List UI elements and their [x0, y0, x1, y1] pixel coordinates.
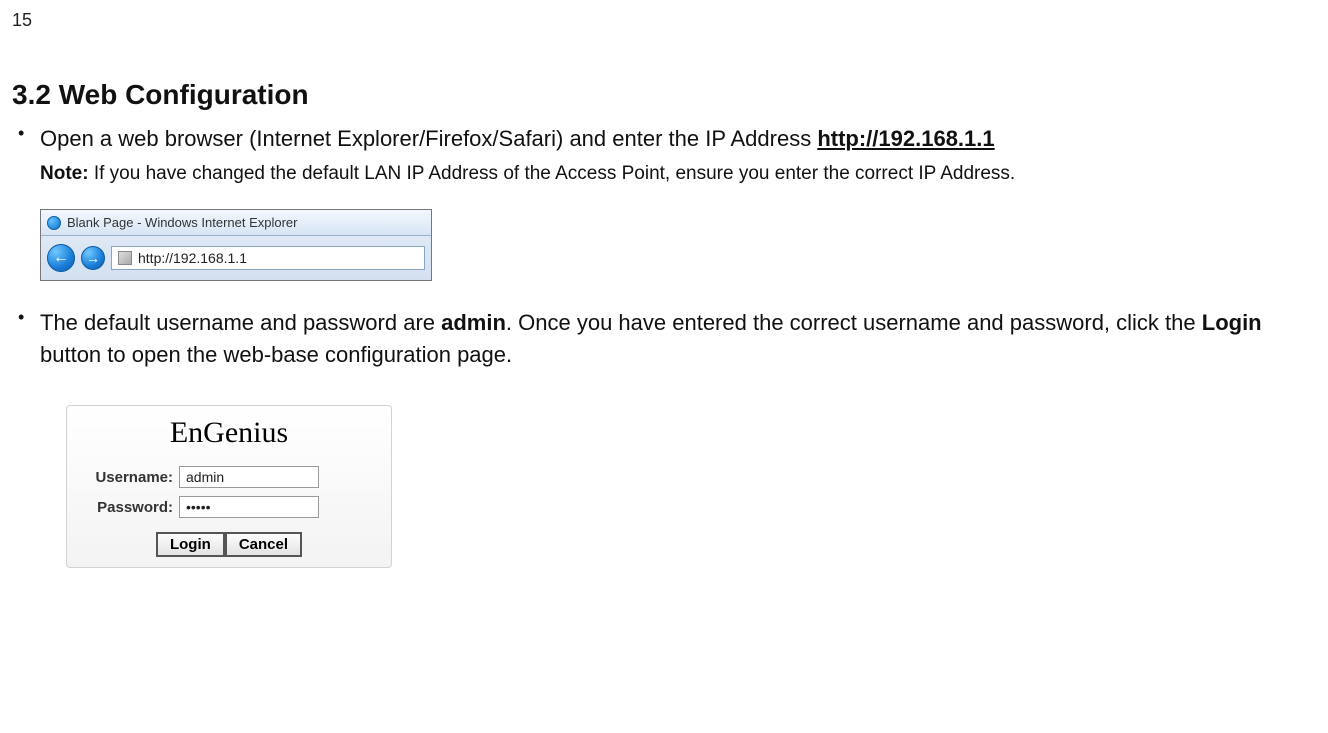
page-number: 15: [12, 10, 1316, 31]
login-panel: EnGenius Username: Password: Login Cance…: [66, 405, 392, 568]
login-brand: EnGenius: [67, 416, 391, 450]
bullet2-a: The default username and password are: [40, 310, 441, 335]
note-label: Note:: [40, 163, 89, 184]
browser-toolbar: ← → http://192.168.1.1: [41, 236, 431, 280]
bullet1-text: Open a web browser (Internet Explorer/Fi…: [40, 126, 995, 151]
username-label: Username:: [83, 469, 173, 486]
bullet1-prefix: Open a web browser (Internet Explorer/Fi…: [40, 126, 817, 151]
note-text: If you have changed the default LAN IP A…: [89, 163, 1016, 184]
bullet1-url: http://192.168.1.1: [817, 126, 994, 151]
bullet2-e: button to open the web-base configuratio…: [40, 342, 512, 367]
section-heading: 3.2 Web Configuration: [12, 79, 1316, 111]
cancel-button[interactable]: Cancel: [225, 532, 302, 557]
password-input[interactable]: [179, 496, 319, 518]
bullet2-b-admin: admin: [441, 310, 506, 335]
bullet-item-2: The default username and password are ad…: [12, 307, 1316, 371]
bullet2-d-login: Login: [1202, 310, 1262, 335]
browser-screenshot: Blank Page - Windows Internet Explorer ←…: [40, 209, 432, 281]
username-input[interactable]: [179, 466, 319, 488]
address-text: http://192.168.1.1: [138, 250, 247, 266]
forward-arrow-icon: →: [86, 251, 100, 265]
address-bar[interactable]: http://192.168.1.1: [111, 246, 425, 270]
bullet2-c: . Once you have entered the correct user…: [506, 310, 1202, 335]
back-button[interactable]: ←: [47, 244, 75, 272]
favicon-icon: [118, 251, 132, 265]
browser-titlebar: Blank Page - Windows Internet Explorer: [41, 210, 431, 236]
login-username-row: Username:: [67, 462, 391, 492]
bullet2-text: The default username and password are ad…: [40, 307, 1316, 371]
login-button[interactable]: Login: [156, 532, 225, 557]
ie-icon: [47, 216, 61, 230]
login-button-row: Login Cancel: [67, 532, 391, 557]
note-line: Note: If you have changed the default LA…: [12, 161, 1316, 188]
forward-button[interactable]: →: [81, 246, 105, 270]
login-password-row: Password:: [67, 492, 391, 522]
bullet-item-1: Open a web browser (Internet Explorer/Fi…: [12, 123, 1316, 155]
password-label: Password:: [83, 499, 173, 516]
back-arrow-icon: ←: [53, 250, 69, 266]
browser-title-text: Blank Page - Windows Internet Explorer: [67, 215, 298, 230]
